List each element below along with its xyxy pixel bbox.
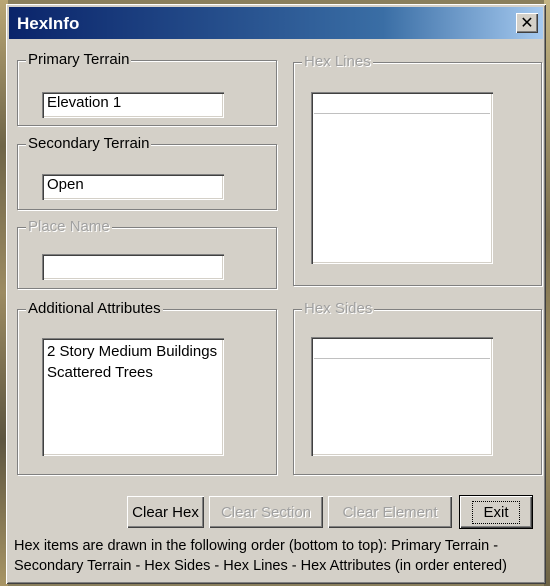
list-item[interactable]: 2 Story Medium Buildings [45,341,221,362]
exit-button-label: Exit [472,500,520,524]
additional-attributes-label: Additional Attributes [26,300,163,318]
draw-order-note: Hex items are drawn in the following ord… [14,538,507,574]
hex-sides-list-header [314,340,490,359]
close-button[interactable]: ✕ [516,13,538,33]
hex-sides-label: Hex Sides [302,300,375,318]
place-name-field[interactable] [42,254,224,280]
primary-terrain-group: Primary Terrain Elevation 1 [17,51,277,126]
window-title: HexInfo [17,14,80,33]
clear-element-button[interactable]: Clear Element [328,496,452,528]
close-icon: ✕ [520,13,534,32]
secondary-terrain-field[interactable]: Open [42,174,224,200]
hex-lines-list-header [314,95,490,114]
primary-terrain-field[interactable]: Elevation 1 [42,92,224,118]
title-bar[interactable]: HexInfo ✕ [9,7,543,39]
secondary-terrain-group: Secondary Terrain Open [17,135,277,210]
hex-sides-group: Hex Sides [293,300,542,475]
additional-attributes-group: Additional Attributes 2 Story Medium Bui… [17,300,277,475]
hexinfo-dialog: HexInfo ✕ Primary Terrain Elevation 1 Se… [6,4,546,584]
primary-terrain-label: Primary Terrain [26,51,132,69]
exit-button[interactable]: Exit [460,496,532,528]
place-name-label: Place Name [26,218,112,236]
list-item[interactable]: Scattered Trees [45,362,221,383]
place-name-group: Place Name [17,218,277,289]
additional-attributes-list[interactable]: 2 Story Medium Buildings Scattered Trees [42,338,224,456]
hex-lines-list[interactable] [311,92,493,264]
clear-section-button[interactable]: Clear Section [209,496,323,528]
clear-hex-button[interactable]: Clear Hex [127,496,204,528]
hex-lines-group: Hex Lines [293,53,542,286]
hex-sides-list[interactable] [311,337,493,456]
secondary-terrain-label: Secondary Terrain [26,135,152,153]
hex-lines-label: Hex Lines [302,53,373,71]
